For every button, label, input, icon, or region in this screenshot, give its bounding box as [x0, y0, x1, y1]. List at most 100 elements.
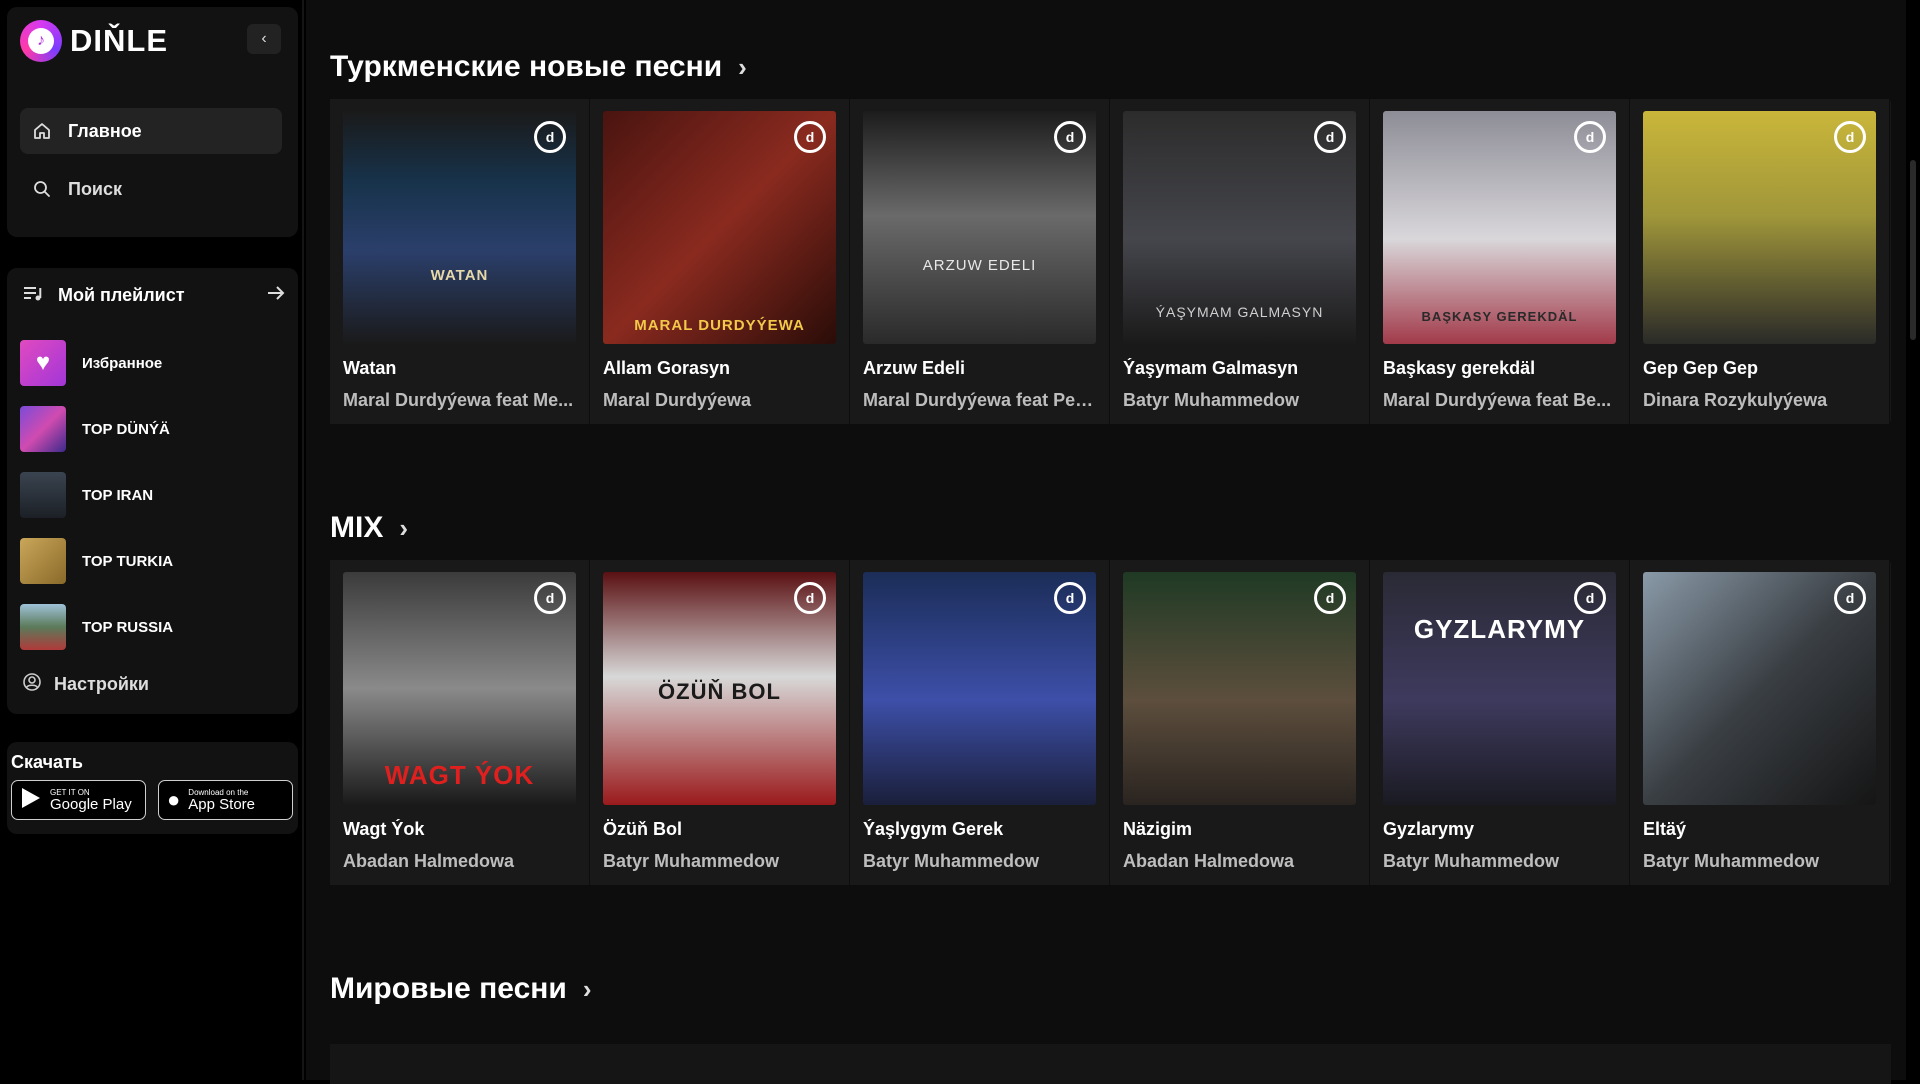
cover-text: BAŞKASY GEREKDÄL — [1421, 309, 1578, 324]
google-play-button[interactable]: GET IT ON Google Play — [11, 780, 146, 820]
song-row-turkmen-new: d WATAN Watan Maral Durdyýewa feat Me...… — [330, 99, 1891, 424]
dinle-badge-icon: d — [534, 121, 566, 153]
main-content: Туркменские новые песни › d WATAN Watan … — [306, 0, 1906, 1084]
song-card[interactable]: d WAGT ÝOK Wagt Ýok Abadan Halmedowa — [330, 560, 590, 885]
cover-text: ARZUW EDELI — [922, 257, 1037, 274]
song-cover: d ARZUW EDELI — [863, 111, 1096, 344]
song-cover: d — [1123, 572, 1356, 805]
playlist-item-label: Избранное — [82, 354, 163, 372]
song-artist: Abadan Halmedowa — [343, 851, 515, 871]
dinle-badge-icon: d — [1574, 121, 1606, 153]
song-card[interactable]: d ÝAŞYMAM GALMASYN Ýaşymam Galmasyn Baty… — [1110, 99, 1370, 424]
song-title: Ýaşymam Galmasyn — [1123, 358, 1299, 378]
song-title: Başkasy gerekdäl — [1383, 358, 1536, 378]
song-artist: Batyr Muhammedow — [863, 851, 1040, 871]
app-logo[interactable]: ♪ DIŇLE — [20, 20, 168, 62]
nav-item-home[interactable]: Главное — [20, 108, 282, 154]
song-card[interactable]: d Eltäý Batyr Muhammedow — [1630, 560, 1890, 885]
song-card[interactable]: d Ýaşlygym Gerek Batyr Muhammedow — [850, 560, 1110, 885]
favorites-heart-icon: ♥ — [20, 340, 66, 386]
song-artist: Dinara Rozykulyýewa — [1643, 390, 1828, 410]
dinle-badge-icon: d — [794, 582, 826, 614]
playlist-title: Мой плейлист — [58, 285, 185, 305]
song-title: Arzuw Edeli — [863, 358, 966, 378]
song-card[interactable]: d Gep Gep Gep Dinara Rozykulyýewa — [1630, 99, 1890, 424]
song-title: Watan — [343, 358, 397, 378]
playlist-item-label: TOP RUSSIA — [82, 618, 174, 636]
section-title-text: Мировые песни — [330, 972, 567, 1005]
song-cover: d — [863, 572, 1096, 805]
download-title: Скачать — [11, 752, 83, 772]
logo-icon: ♪ — [20, 20, 62, 62]
nav-item-label: Поиск — [68, 178, 123, 199]
playlist-item-label: TOP TURKIA — [82, 552, 174, 570]
song-title: Allam Gorasyn — [603, 358, 731, 378]
google-play-big-text: Google Play — [50, 795, 132, 813]
google-play-icon — [20, 786, 42, 815]
cover-text: WAGT ÝOK — [384, 760, 535, 790]
chevron-right-icon: › — [738, 51, 747, 82]
search-icon — [32, 179, 52, 199]
section-title-world-songs[interactable]: Мировые песни › — [330, 972, 592, 1006]
song-card[interactable]: d WATAN Watan Maral Durdyýewa feat Me... — [330, 99, 590, 424]
dinle-badge-icon: d — [1314, 582, 1346, 614]
sidebar: ♪ DIŇLE ‹ Главное Поиск Мой плейлист ♥ И… — [0, 0, 304, 1080]
section-title-text: MIX — [330, 511, 384, 544]
song-row-world-songs — [330, 1044, 1891, 1084]
song-card[interactable]: d Näzigim Abadan Halmedowa — [1110, 560, 1370, 885]
song-artist: Batyr Muhammedow — [1123, 390, 1300, 410]
song-title: Ýaşlygym Gerek — [863, 819, 1004, 839]
dinle-badge-icon: d — [794, 121, 826, 153]
app-store-big-text: App Store — [188, 795, 256, 813]
playlist-item-label: TOP IRAN — [82, 486, 154, 504]
playlist-item-top-turkia[interactable]: TOP TURKIA — [20, 538, 173, 584]
nav-item-search[interactable]: Поиск — [20, 166, 282, 212]
song-cover: d ÖZÜŇ BOL — [603, 572, 836, 805]
song-artist: Maral Durdyýewa feat Me... — [343, 390, 574, 410]
song-cover: d WATAN — [343, 111, 576, 344]
playlist-item-top-russia[interactable]: TOP RUSSIA — [20, 604, 173, 650]
playlist-item-favorites[interactable]: ♥ Избранное — [20, 340, 162, 386]
playlist-header[interactable]: Мой плейлист — [22, 284, 286, 307]
song-card[interactable]: d ARZUW EDELI Arzuw Edeli Maral Durdyýew… — [850, 99, 1110, 424]
song-artist: Batyr Muhammedow — [603, 851, 780, 871]
dinle-badge-icon: d — [1054, 582, 1086, 614]
song-title: Gyzlarymy — [1383, 819, 1475, 839]
app-store-button[interactable]: ● Download on the App Store — [158, 780, 293, 820]
song-title: Näzigim — [1123, 819, 1193, 839]
collapse-sidebar-button[interactable]: ‹ — [247, 24, 281, 54]
dinle-badge-icon: d — [1054, 121, 1086, 153]
playlist-item-label: TOP DÜNÝÄ — [82, 420, 170, 438]
song-cover: d — [1643, 111, 1876, 344]
playlist-thumbnail — [20, 538, 66, 584]
song-artist: Abadan Halmedowa — [1123, 851, 1295, 871]
section-title-turkmen-new[interactable]: Туркменские новые песни › — [330, 50, 747, 84]
song-title: Eltäý — [1643, 819, 1687, 839]
song-artist: Batyr Muhammedow — [1643, 851, 1820, 871]
playlist-item-top-iran[interactable]: TOP IRAN — [20, 472, 153, 518]
section-title-mix[interactable]: MIX › — [330, 511, 408, 545]
user-settings-icon — [22, 672, 42, 697]
chevron-right-icon: › — [582, 973, 592, 1004]
settings-link[interactable]: Настройки — [22, 672, 149, 697]
song-card[interactable]: d BAŞKASY GEREKDÄL Başkasy gerekdäl Mara… — [1370, 99, 1630, 424]
cover-text: ÝAŞYMAM GALMASYN — [1155, 304, 1324, 320]
dinle-badge-icon: d — [534, 582, 566, 614]
dinle-badge-icon: d — [1574, 582, 1606, 614]
playlist-item-top-dunya[interactable]: TOP DÜNÝÄ — [20, 406, 170, 452]
song-card[interactable]: d ÖZÜŇ BOL Özüň Bol Batyr Muhammedow — [590, 560, 850, 885]
song-cover: d MARAL DURDYÝEWA — [603, 111, 836, 344]
main-scrollbar[interactable] — [1910, 160, 1916, 340]
song-title: Gep Gep Gep — [1643, 358, 1759, 378]
playlist-thumbnail — [20, 406, 66, 452]
song-card[interactable]: d GYZLARYMY Gyzlarymy Batyr Muhammedow — [1370, 560, 1630, 885]
song-cover: d GYZLARYMY — [1383, 572, 1616, 805]
song-cover: d ÝAŞYMAM GALMASYN — [1123, 111, 1356, 344]
song-cover: d BAŞKASY GEREKDÄL — [1383, 111, 1616, 344]
song-title: Wagt Ýok — [343, 819, 425, 839]
section-title-text: Туркменские новые песни — [330, 50, 723, 83]
arrow-right-icon[interactable] — [266, 284, 286, 307]
song-artist: Maral Durdyýewa — [603, 390, 752, 410]
song-card[interactable]: d MARAL DURDYÝEWA Allam Gorasyn Maral Du… — [590, 99, 850, 424]
song-cover: d — [1643, 572, 1876, 805]
